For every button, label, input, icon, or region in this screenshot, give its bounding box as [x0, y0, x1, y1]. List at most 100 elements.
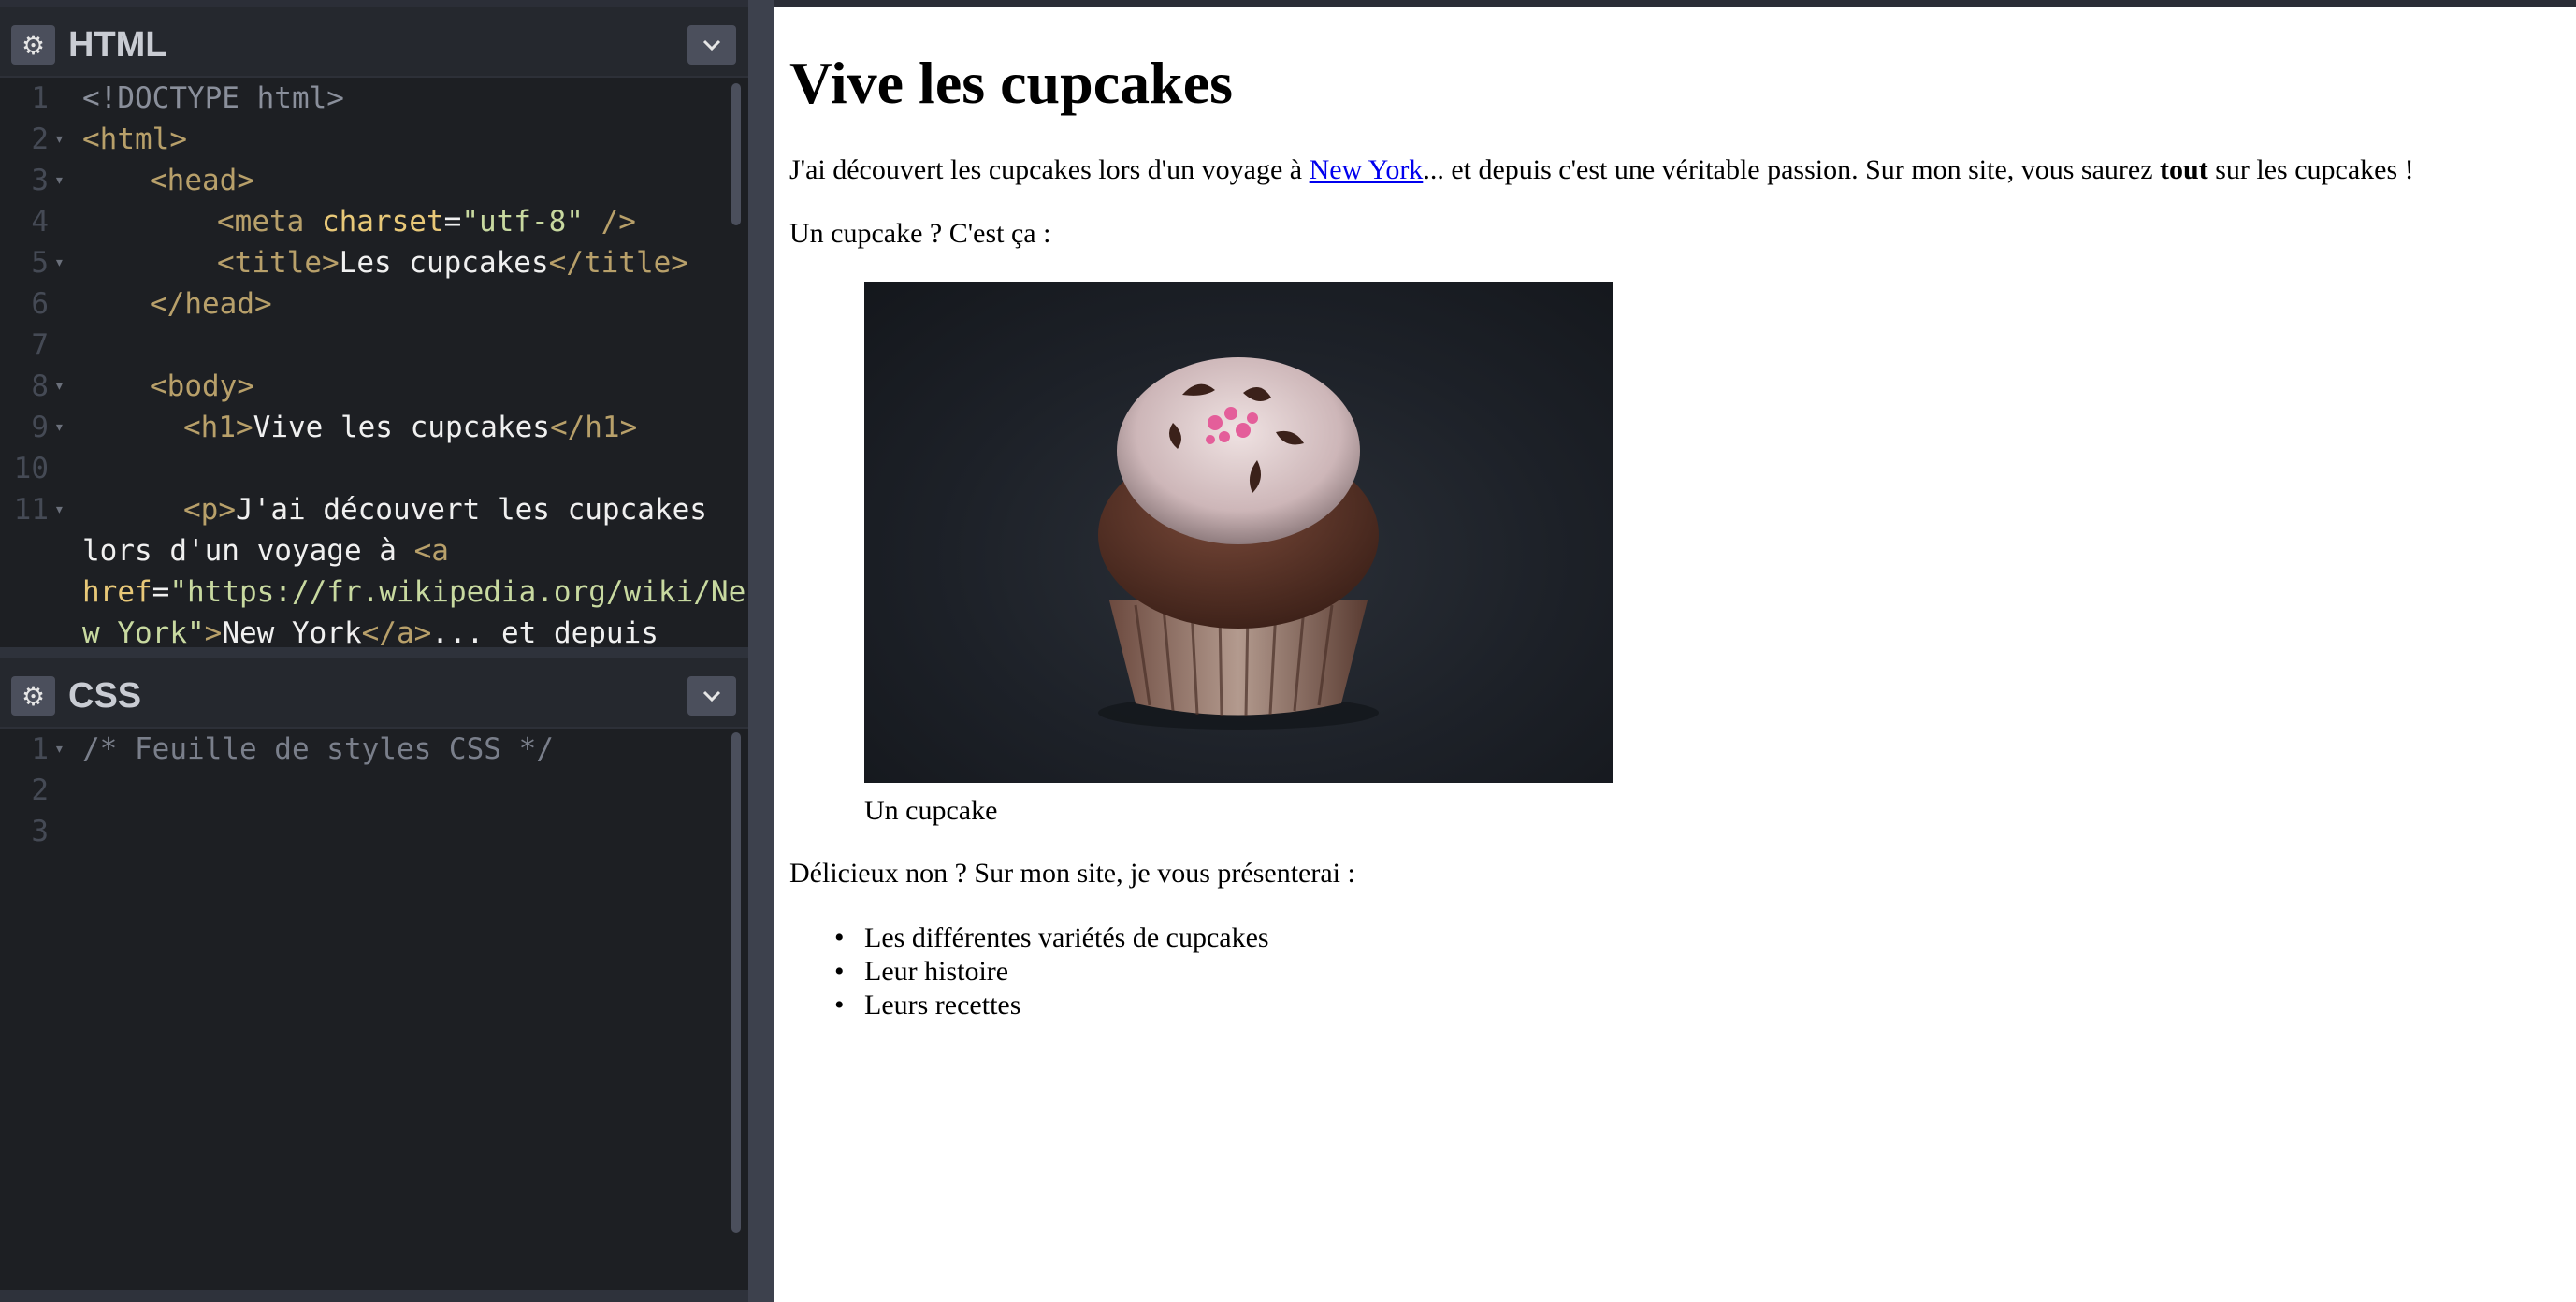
fold-arrow-icon[interactable]: ▾ — [54, 366, 65, 407]
line-number: 6 — [31, 287, 49, 321]
list-item: Leur histoire — [834, 955, 1269, 989]
code-text: <h1> — [183, 411, 253, 444]
line-number: 2 — [31, 123, 49, 156]
fold-arrow-icon[interactable]: ▾ — [54, 160, 65, 201]
line-number: 4 — [31, 205, 49, 239]
bottom-divider — [0, 1290, 748, 1302]
line-number: 9 — [31, 411, 49, 444]
code-text: Les cupcakes — [339, 246, 549, 280]
chevron-down-icon — [702, 39, 721, 51]
code-line: 8 ▾ <body> — [0, 366, 748, 407]
code-text: </title> — [548, 246, 688, 280]
fold-arrow-icon[interactable]: ▾ — [54, 242, 65, 283]
gear-icon: ⚙ — [21, 29, 46, 61]
line-number: 5 — [31, 246, 49, 280]
list-item: Les différentes variétés de cupcakes — [834, 921, 1269, 955]
code-text: </a> — [361, 616, 432, 647]
line-number: 1 — [31, 732, 49, 766]
code-text: </h1> — [549, 411, 638, 444]
html-editor-title: HTML — [68, 25, 167, 65]
code-line: 7 — [0, 325, 748, 366]
code-line: 1 ▾ /* Feuille de styles CSS */ — [0, 729, 748, 770]
fold-arrow-icon[interactable]: ▾ — [54, 119, 65, 160]
code-line: 11 ▾ <p>J'ai découvert les cupcakes — [0, 489, 748, 530]
code-text: /* Feuille de styles CSS */ — [82, 732, 554, 766]
intro-text: ... et depuis c'est une véritable passio… — [1423, 154, 2161, 185]
code-text: <a — [413, 534, 449, 568]
css-editor-panel: ⚙ CSS 1 ▾ /* Feuille de styles CSS */ 2 3 — [0, 658, 748, 1290]
html-editor-panel: ⚙ HTML 1 <!DOCTYPE html> 2 ▾ <html> 3 ▾ <head… — [0, 7, 748, 647]
code-line-wrap: w_York">New York</a>... et depuis — [0, 613, 748, 647]
code-line: 1 <!DOCTYPE html> — [0, 78, 748, 119]
fold-arrow-icon[interactable]: ▾ — [54, 407, 65, 448]
preview-heading: Vive les cupcakes — [789, 50, 1234, 116]
css-code-area[interactable]: 1 ▾ /* Feuille de styles CSS */ 2 3 — [0, 729, 748, 1290]
line-number: 2 — [31, 774, 49, 807]
line-number: 11 — [13, 493, 49, 527]
feature-list: Les différentes variétés de cupcakes Leu… — [834, 921, 1269, 1022]
code-text: ... et depuis — [431, 616, 658, 647]
html-settings-button[interactable]: ⚙ — [11, 25, 55, 65]
html-collapse-button[interactable] — [687, 25, 736, 65]
line-number: 3 — [31, 815, 49, 848]
code-text: href — [82, 575, 152, 609]
css-editor-header: ⚙ CSS — [0, 658, 748, 729]
code-line: 6 </head> — [0, 283, 748, 325]
css-settings-button[interactable]: ⚙ — [11, 676, 55, 716]
code-text: <body> — [150, 369, 254, 403]
new-york-link[interactable]: New York — [1310, 154, 1424, 185]
vertical-splitter[interactable] — [748, 0, 774, 1302]
code-text: /> — [583, 205, 636, 239]
code-line: 3 — [0, 811, 748, 852]
intro-paragraph: J'ai découvert les cupcakes lors d'un vo… — [789, 152, 2414, 189]
chevron-down-icon — [702, 690, 721, 702]
intro-text: J'ai découvert les cupcakes lors d'un vo… — [789, 154, 1310, 185]
fold-arrow-icon[interactable]: ▾ — [54, 729, 65, 770]
code-line: 3 ▾ <head> — [0, 160, 748, 201]
code-line: 2 ▾ <html> — [0, 119, 748, 160]
gear-icon: ⚙ — [21, 680, 46, 712]
code-text: = — [152, 575, 170, 609]
html-editor-header: ⚙ HTML — [0, 7, 748, 78]
question-paragraph: Un cupcake ? C'est ça : — [789, 218, 1051, 249]
line-number: 10 — [13, 452, 49, 485]
code-text: <!DOCTYPE html> — [82, 81, 344, 115]
code-text: <html> — [82, 123, 187, 156]
code-line: 9 ▾ <h1>Vive les cupcakes</h1> — [0, 407, 748, 448]
css-scrollbar-thumb[interactable] — [731, 732, 741, 1233]
code-text: lors d'un voyage à — [82, 534, 414, 568]
intro-text: sur les cupcakes ! — [2207, 154, 2414, 185]
after-paragraph: Délicieux non ? Sur mon site, je vous pr… — [789, 858, 1355, 889]
bold-text: tout — [2160, 154, 2208, 185]
code-text: = — [443, 205, 462, 239]
code-line-wrap: href="https://fr.wikipedia.org/wiki/Ne — [0, 571, 748, 613]
line-number: 1 — [31, 81, 49, 115]
line-number: 3 — [31, 164, 49, 197]
cupcake-illustration — [1098, 357, 1379, 730]
image-caption: Un cupcake — [864, 795, 998, 826]
css-collapse-button[interactable] — [687, 676, 736, 716]
code-text: <meta — [217, 205, 322, 239]
code-line: 10 — [0, 448, 748, 489]
code-text: "https://fr.wikipedia.org/wiki/Ne — [169, 575, 746, 609]
code-text: w_York" — [82, 616, 205, 647]
html-code-area[interactable]: 1 <!DOCTYPE html> 2 ▾ <html> 3 ▾ <head> 4 <met… — [0, 78, 748, 647]
code-text: > — [204, 616, 223, 647]
pane-divider[interactable] — [0, 647, 748, 658]
top-bar — [0, 0, 2576, 7]
code-line-wrap: lors d'un voyage à <a — [0, 530, 748, 571]
code-text: </head> — [150, 287, 272, 321]
code-text: <head> — [150, 164, 254, 197]
cupcake-image — [864, 282, 1613, 783]
line-number: 8 — [31, 369, 49, 403]
line-number: 7 — [31, 328, 49, 362]
code-line: 5 ▾ <title>Les cupcakes</title> — [0, 242, 748, 283]
code-text: "utf-8" — [461, 205, 584, 239]
html-scrollbar-thumb[interactable] — [731, 83, 741, 225]
code-text: charset — [321, 205, 444, 239]
fold-arrow-icon[interactable]: ▾ — [54, 489, 65, 530]
code-line: 4 <meta charset="utf-8" /> — [0, 201, 748, 242]
code-text: Vive les cupcakes — [253, 411, 550, 444]
code-text: <p> — [183, 493, 236, 527]
code-line: 2 — [0, 770, 748, 811]
